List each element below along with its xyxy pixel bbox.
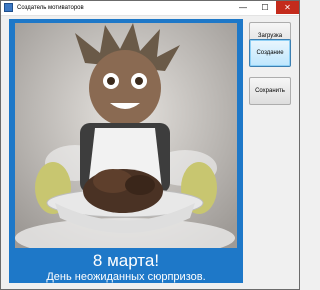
maximize-button[interactable]: ☐: [254, 1, 276, 14]
poster-subtitle: День неожиданных сюрпризов.: [46, 271, 206, 283]
window-title: Создатель мотиваторов: [17, 5, 84, 11]
client-area: 8 марта! День неожиданных сюрпризов. Заг…: [1, 16, 299, 289]
create-button[interactable]: Создание: [249, 39, 291, 67]
close-button[interactable]: ✕: [276, 1, 299, 14]
minimize-button[interactable]: —: [232, 1, 254, 14]
poster-photo: [15, 23, 237, 248]
app-icon: [4, 3, 13, 12]
motivator-poster: 8 марта! День неожиданных сюрпризов.: [9, 19, 243, 283]
poster-title: 8 марта!: [92, 251, 160, 270]
app-window: Создатель мотиваторов — ☐ ✕ 8 марта! Ден…: [0, 0, 300, 290]
save-button[interactable]: Сохранить: [249, 77, 291, 105]
title-bar[interactable]: Создатель мотиваторов — ☐ ✕: [1, 1, 299, 16]
photo-illustration: [15, 23, 237, 248]
